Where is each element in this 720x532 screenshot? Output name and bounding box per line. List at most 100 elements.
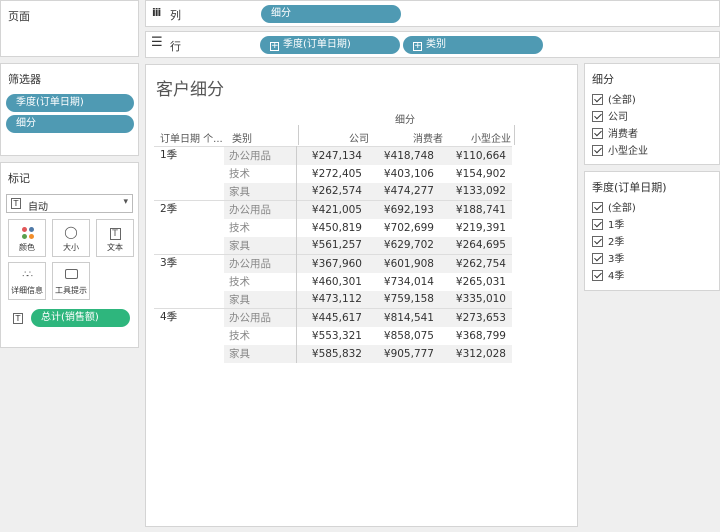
- value-cell: ¥421,005: [296, 200, 368, 219]
- value-cell: ¥553,321: [311, 329, 362, 342]
- column-group-header: 细分: [395, 115, 415, 126]
- value-cell: ¥905,777: [368, 344, 440, 363]
- columns-shelf[interactable]: iii 列 细分: [145, 0, 720, 27]
- marks-text-pill[interactable]: 总计(销售额): [31, 309, 130, 327]
- category-label: 技术: [224, 272, 297, 291]
- filter-option[interactable]: (全部): [592, 202, 636, 218]
- quarter-label: 3季: [154, 254, 224, 309]
- rows-shelf[interactable]: ☰ 行 + 季度(订单日期) + 类别: [145, 31, 720, 58]
- value-cell: ¥154,902: [455, 167, 506, 180]
- detail-button[interactable]: ∴∴ 详细信息: [8, 262, 46, 300]
- tooltip-icon: [53, 268, 89, 282]
- color-icon: [22, 227, 34, 239]
- tooltip-button[interactable]: 工具提示: [52, 262, 90, 300]
- detail-label: 详细信息: [11, 286, 43, 295]
- category-label: 技术: [224, 164, 297, 183]
- value-cell: ¥692,193: [368, 200, 440, 219]
- checkbox-checked-icon[interactable]: [592, 236, 603, 247]
- table-row: 2季 办公用品 ¥421,005 ¥692,193 ¥188,741: [154, 200, 512, 255]
- marks-panel[interactable]: 标记 T 自动 ▾ 颜色 ◯ 大小 T 文本 ∴∴ 详细信息 工具提示 T 总计…: [0, 162, 139, 348]
- rows-pill-category-label: 类别: [426, 39, 446, 50]
- filter-option-label: 4季: [608, 271, 625, 282]
- filter-option[interactable]: 4季: [592, 270, 624, 286]
- table-row: 1季 办公用品 ¥247,134 ¥418,748 ¥110,664: [154, 146, 512, 201]
- quarter-label: 2季: [154, 200, 224, 255]
- value-cell: ¥110,664: [440, 146, 512, 165]
- size-label: 大小: [63, 243, 79, 252]
- filter-option-label: (全部): [608, 95, 636, 106]
- value-cell: ¥629,702: [368, 236, 440, 255]
- value-cell: ¥814,541: [368, 308, 440, 327]
- row-header-quarter: 订单日期 个...: [160, 134, 223, 145]
- value-cell: ¥418,748: [368, 146, 440, 165]
- filter-option[interactable]: 1季: [592, 219, 624, 235]
- filters-panel[interactable]: 筛选器 季度(订单日期) 细分: [0, 63, 139, 156]
- checkbox-checked-icon[interactable]: [592, 128, 603, 139]
- filter-option[interactable]: 公司: [592, 111, 628, 127]
- text-mark-icon: T: [11, 198, 21, 209]
- detail-icon: ∴∴: [22, 270, 32, 280]
- quarter-filter-card[interactable]: 季度(订单日期) (全部) 1季 2季 3季 4季: [584, 171, 720, 291]
- checkbox-checked-icon[interactable]: [592, 270, 603, 281]
- segment-filter-card[interactable]: 细分 (全部) 公司 消费者 小型企业: [584, 63, 720, 165]
- filter-pill-segment[interactable]: 细分: [6, 115, 134, 133]
- view-area[interactable]: 客户细分 细分 订单日期 个... 类别 公司 消费者 小型企业 1季 办公用品 ¥…: [145, 64, 578, 527]
- columns-pill-segment[interactable]: 细分: [261, 5, 401, 23]
- row-header-category: 类别: [232, 134, 252, 145]
- filter-option-label: 2季: [608, 237, 625, 248]
- color-button[interactable]: 颜色: [8, 219, 46, 257]
- category-label: 技术: [224, 326, 297, 345]
- filter-option[interactable]: 小型企业: [592, 145, 648, 161]
- filter-option[interactable]: 消费者: [592, 128, 638, 144]
- category-label: 办公用品: [224, 146, 297, 165]
- checkbox-checked-icon[interactable]: [592, 111, 603, 122]
- columns-label: 列: [170, 9, 181, 22]
- checkbox-checked-icon[interactable]: [592, 219, 603, 230]
- value-cell: ¥368,799: [455, 329, 506, 342]
- category-label: 家具: [224, 344, 297, 363]
- checkbox-checked-icon[interactable]: [592, 145, 603, 156]
- value-cell: ¥262,754: [440, 254, 512, 273]
- rows-pill-category[interactable]: + 类别: [403, 36, 543, 54]
- checkbox-checked-icon[interactable]: [592, 202, 603, 213]
- value-cell: ¥585,832: [296, 344, 368, 363]
- expand-icon: +: [413, 41, 422, 51]
- rows-label: 行: [170, 40, 181, 53]
- size-button[interactable]: ◯ 大小: [52, 219, 90, 257]
- category-label: 家具: [224, 182, 297, 201]
- filter-option[interactable]: 3季: [592, 253, 624, 269]
- checkbox-checked-icon[interactable]: [592, 94, 603, 105]
- filter-option-label: 消费者: [608, 129, 638, 140]
- checkbox-checked-icon[interactable]: [592, 253, 603, 264]
- quarter-filter-title: 季度(订单日期): [592, 181, 667, 194]
- quarter-label: 4季: [154, 308, 224, 363]
- chevron-down-icon: ▾: [123, 197, 128, 207]
- value-cell: ¥450,819: [311, 221, 362, 234]
- filter-option-label: (全部): [608, 203, 636, 214]
- expand-icon: +: [270, 41, 279, 51]
- category-label: 家具: [224, 236, 297, 255]
- filter-pill-quarter[interactable]: 季度(订单日期): [6, 94, 134, 112]
- value-cell: ¥367,960: [296, 254, 368, 273]
- rows-pill-quarter[interactable]: + 季度(订单日期): [260, 36, 400, 54]
- pages-panel[interactable]: 页面: [0, 0, 139, 57]
- filter-option[interactable]: (全部): [592, 94, 636, 110]
- marks-title: 标记: [8, 172, 30, 185]
- value-cell: ¥133,092: [440, 182, 512, 201]
- header-divider-right: [514, 125, 515, 145]
- category-label: 办公用品: [224, 308, 297, 327]
- text-label: 文本: [107, 243, 123, 252]
- filter-option[interactable]: 2季: [592, 236, 624, 252]
- segment-header-3: 小型企业: [471, 134, 511, 145]
- mark-type-dropdown[interactable]: T 自动 ▾: [6, 194, 133, 213]
- text-button[interactable]: T 文本: [96, 219, 134, 257]
- segment-header-2: 消费者: [413, 134, 443, 145]
- value-cell: ¥460,301: [311, 275, 362, 288]
- mark-type-label: 自动: [28, 202, 48, 213]
- value-cell: ¥188,741: [440, 200, 512, 219]
- category-label: 技术: [224, 218, 297, 237]
- value-cell: ¥474,277: [368, 182, 440, 201]
- value-cell: ¥273,653: [440, 308, 512, 327]
- value-cell: ¥312,028: [440, 344, 512, 363]
- value-cell: ¥219,391: [455, 221, 506, 234]
